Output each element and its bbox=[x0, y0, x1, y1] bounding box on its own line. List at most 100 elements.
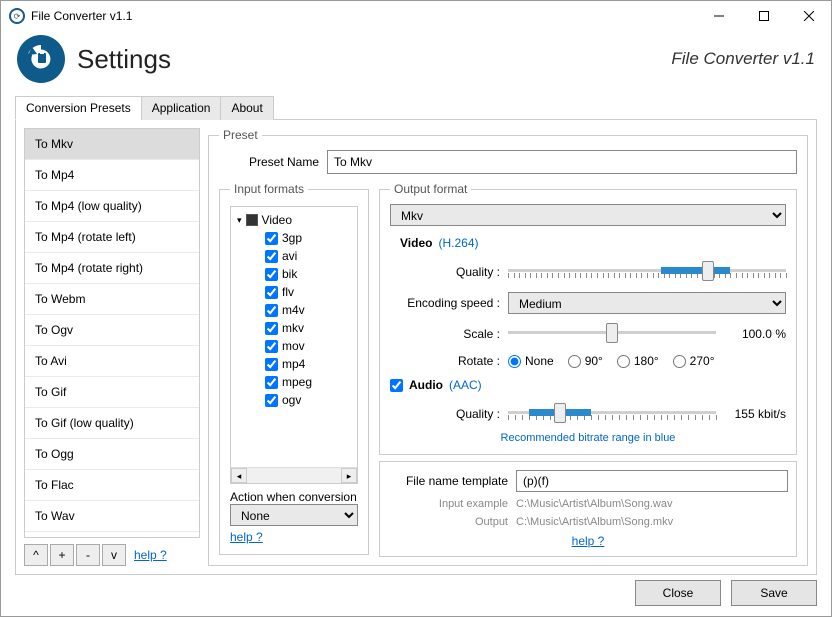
audio-codec-label: (AAC) bbox=[449, 378, 482, 392]
format-checkbox[interactable] bbox=[265, 268, 278, 281]
format-item[interactable]: m4v bbox=[265, 301, 351, 319]
preset-item[interactable]: To Flac bbox=[25, 470, 199, 501]
preset-item[interactable]: To Ogv bbox=[25, 315, 199, 346]
preset-move-down-button[interactable]: v bbox=[102, 544, 126, 566]
format-item[interactable]: avi bbox=[265, 247, 351, 265]
preset-list[interactable]: To MkvTo Mp4To Mp4 (low quality)To Mp4 (… bbox=[24, 128, 200, 538]
preset-item[interactable]: To Avi bbox=[25, 346, 199, 377]
preset-item[interactable]: To Mp4 bbox=[25, 160, 199, 191]
titlebar: ⟳ File Converter v1.1 bbox=[1, 1, 831, 31]
audio-quality-label: Quality : bbox=[400, 407, 500, 421]
template-input[interactable] bbox=[516, 470, 788, 492]
audio-label: Audio bbox=[409, 378, 443, 392]
preset-item[interactable]: To Webm bbox=[25, 284, 199, 315]
preset-help-link[interactable]: help ? bbox=[134, 548, 167, 562]
output-example-value: C:\Music\Artist\Album\Song.mkv bbox=[516, 516, 788, 528]
format-item[interactable]: mp4 bbox=[265, 355, 351, 373]
rotate-option-180[interactable]: 180° bbox=[617, 354, 659, 368]
preset-fieldset: Preset Preset Name Input formats ▾ Video… bbox=[208, 128, 808, 566]
format-item[interactable]: mov bbox=[265, 337, 351, 355]
video-quality-slider[interactable] bbox=[508, 258, 786, 286]
scale-label: Scale : bbox=[400, 327, 500, 341]
close-window-button[interactable] bbox=[786, 1, 831, 31]
video-label: Video bbox=[400, 236, 432, 250]
preset-item[interactable]: To Mkv bbox=[25, 129, 199, 160]
format-label: m4v bbox=[282, 303, 305, 317]
input-formats-tree[interactable]: ▾ Video 3gp avibik flv m4v mkv mov mp4 mpeg ogv bbox=[231, 207, 357, 467]
preset-name-input[interactable] bbox=[327, 150, 797, 174]
tree-group-label: Video bbox=[262, 213, 292, 227]
format-item[interactable]: ogv bbox=[265, 391, 351, 409]
input-help-link[interactable]: help ? bbox=[230, 530, 358, 544]
rotate-option-90[interactable]: 90° bbox=[568, 354, 603, 368]
template-help-link[interactable]: help ? bbox=[572, 534, 605, 548]
audio-quality-slider[interactable] bbox=[508, 400, 716, 428]
rotate-option-270[interactable]: 270° bbox=[673, 354, 715, 368]
output-format-select[interactable]: Mkv bbox=[390, 204, 786, 226]
page-title: Settings bbox=[77, 44, 671, 75]
format-label: ogv bbox=[282, 393, 301, 407]
input-example-label: Input example bbox=[388, 498, 508, 510]
tab-content: To MkvTo Mp4To Mp4 (low quality)To Mp4 (… bbox=[15, 120, 817, 575]
tree-hscrollbar[interactable]: ◂ ▸ bbox=[231, 467, 357, 483]
format-item[interactable]: bik bbox=[265, 265, 351, 283]
format-checkbox[interactable] bbox=[265, 250, 278, 263]
format-label: 3gp bbox=[282, 231, 302, 245]
preset-remove-button[interactable]: - bbox=[76, 544, 100, 566]
rotate-option-none[interactable]: None bbox=[508, 354, 554, 368]
preset-item[interactable]: To Gif bbox=[25, 377, 199, 408]
preset-item[interactable]: To Mp4 (rotate left) bbox=[25, 222, 199, 253]
format-item[interactable]: mkv bbox=[265, 319, 351, 337]
format-checkbox[interactable] bbox=[265, 358, 278, 371]
audio-quality-value: 155 kbit/s bbox=[724, 407, 786, 421]
tab-bar: Conversion Presets Application About bbox=[15, 95, 817, 120]
action-select[interactable]: None bbox=[230, 504, 358, 526]
app-icon: ⟳ bbox=[9, 8, 25, 24]
maximize-button[interactable] bbox=[741, 1, 786, 31]
tree-group-video[interactable]: ▾ Video bbox=[237, 211, 351, 229]
preset-item[interactable]: To Mp3 bbox=[25, 532, 199, 538]
video-quality-label: Quality : bbox=[400, 265, 500, 279]
tab-conversion-presets[interactable]: Conversion Presets bbox=[15, 96, 142, 120]
tab-application[interactable]: Application bbox=[141, 96, 222, 120]
preset-item[interactable]: To Mp4 (rotate right) bbox=[25, 253, 199, 284]
scroll-left-icon[interactable]: ◂ bbox=[231, 468, 247, 483]
preset-add-button[interactable]: + bbox=[50, 544, 74, 566]
rotate-label: Rotate : bbox=[400, 354, 500, 368]
preset-item[interactable]: To Mp4 (low quality) bbox=[25, 191, 199, 222]
preset-item[interactable]: To Wav bbox=[25, 501, 199, 532]
format-checkbox[interactable] bbox=[265, 286, 278, 299]
scale-slider[interactable] bbox=[508, 320, 716, 348]
save-button[interactable]: Save bbox=[731, 580, 817, 606]
format-label: mkv bbox=[282, 321, 304, 335]
format-item[interactable]: 3gp bbox=[265, 229, 351, 247]
preset-item[interactable]: To Ogg bbox=[25, 439, 199, 470]
audio-section-head: Audio (AAC) bbox=[390, 378, 786, 392]
format-checkbox[interactable] bbox=[265, 304, 278, 317]
minimize-button[interactable] bbox=[696, 1, 741, 31]
input-example-value: C:\Music\Artist\Album\Song.wav bbox=[516, 498, 788, 510]
preset-legend: Preset bbox=[219, 128, 262, 142]
format-item[interactable]: flv bbox=[265, 283, 351, 301]
rotate-radio-group: None 90° 180° 270° bbox=[508, 354, 715, 368]
preset-move-up-button[interactable]: ^ bbox=[24, 544, 48, 566]
audio-enable-checkbox[interactable] bbox=[390, 379, 403, 392]
format-label: mp4 bbox=[282, 357, 305, 371]
tab-about[interactable]: About bbox=[220, 96, 273, 120]
format-checkbox[interactable] bbox=[265, 394, 278, 407]
format-label: flv bbox=[282, 285, 294, 299]
format-checkbox[interactable] bbox=[265, 376, 278, 389]
preset-item[interactable]: To Gif (low quality) bbox=[25, 408, 199, 439]
format-item[interactable]: mpeg bbox=[265, 373, 351, 391]
input-formats-legend: Input formats bbox=[230, 182, 308, 196]
format-checkbox[interactable] bbox=[265, 232, 278, 245]
preset-list-panel: To MkvTo Mp4To Mp4 (low quality)To Mp4 (… bbox=[24, 128, 200, 566]
scroll-right-icon[interactable]: ▸ bbox=[341, 468, 357, 483]
filename-template-box: File name template Input example C:\Musi… bbox=[379, 461, 797, 557]
format-checkbox[interactable] bbox=[265, 340, 278, 353]
encoding-speed-select[interactable]: Medium bbox=[508, 292, 786, 314]
format-checkbox[interactable] bbox=[265, 322, 278, 335]
checkbox-mixed-icon[interactable] bbox=[246, 214, 258, 226]
template-label: File name template bbox=[388, 474, 508, 488]
close-button[interactable]: Close bbox=[635, 580, 721, 606]
